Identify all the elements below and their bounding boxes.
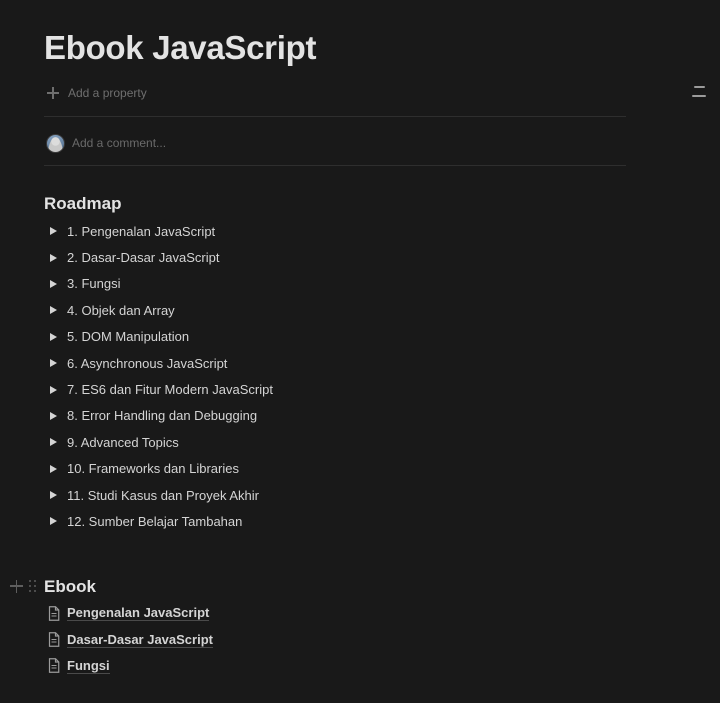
document-icon <box>44 632 67 648</box>
roadmap-toggle-item[interactable]: 12. Sumber Belajar Tambahan <box>44 508 273 534</box>
add-property-label: Add a property <box>68 86 147 100</box>
roadmap-toggle-item[interactable]: 4. Objek dan Array <box>44 297 273 323</box>
roadmap-toggle-item[interactable]: 2. Dasar-Dasar JavaScript <box>44 244 273 270</box>
toggle-arrow-icon[interactable] <box>44 435 67 449</box>
page-title[interactable]: Ebook JavaScript <box>44 26 316 70</box>
roadmap-toggle-item[interactable]: 9. Advanced Topics <box>44 429 273 455</box>
roadmap-item-label: 12. Sumber Belajar Tambahan <box>67 513 243 529</box>
roadmap-item-label: 3. Fungsi <box>67 276 121 292</box>
roadmap-toggle-item[interactable]: 1. Pengenalan JavaScript <box>44 218 273 244</box>
avatar <box>46 133 65 153</box>
document-icon <box>44 605 67 621</box>
divider <box>44 116 626 117</box>
roadmap-toggle-item[interactable]: 6. Asynchronous JavaScript <box>44 350 273 376</box>
ebook-page-title: Dasar-Dasar JavaScript <box>67 631 213 648</box>
ebook-page-link[interactable]: Pengenalan JavaScript <box>44 600 213 626</box>
divider <box>44 165 626 166</box>
roadmap-heading[interactable]: Roadmap <box>44 192 121 216</box>
toggle-arrow-icon[interactable] <box>44 462 67 476</box>
roadmap-item-label: 1. Pengenalan JavaScript <box>67 223 216 239</box>
toggle-arrow-icon[interactable] <box>44 277 67 291</box>
roadmap-toggle-item[interactable]: 11. Studi Kasus dan Proyek Akhir <box>44 482 273 508</box>
add-block-icon[interactable] <box>10 579 23 593</box>
roadmap-toggle-item[interactable]: 10. Frameworks dan Libraries <box>44 456 273 482</box>
roadmap-item-label: 9. Advanced Topics <box>67 434 179 450</box>
roadmap-item-label: 6. Asynchronous JavaScript <box>67 355 228 371</box>
toggle-arrow-icon[interactable] <box>44 356 67 370</box>
roadmap-item-label: 5. DOM Manipulation <box>67 329 190 345</box>
roadmap-item-label: 2. Dasar-Dasar JavaScript <box>67 250 220 266</box>
ebook-page-title: Pengenalan JavaScript <box>67 605 210 622</box>
add-property-button[interactable]: Add a property <box>46 83 147 103</box>
toggle-arrow-icon[interactable] <box>44 488 67 502</box>
roadmap-toggle-item[interactable]: 5. DOM Manipulation <box>44 324 273 350</box>
plus-icon <box>46 86 60 100</box>
toggle-arrow-icon[interactable] <box>44 409 67 423</box>
roadmap-item-label: 11. Studi Kasus dan Proyek Akhir <box>67 487 259 503</box>
roadmap-item-label: 4. Objek dan Array <box>67 302 175 318</box>
ebook-page-list: Pengenalan JavaScript Dasar-Dasar JavaScr… <box>44 600 213 679</box>
roadmap-item-label: 7. ES6 dan Fitur Modern JavaScript <box>67 382 273 398</box>
drag-handle-icon[interactable] <box>29 579 37 593</box>
roadmap-toggle-item[interactable]: 8. Error Handling dan Debugging <box>44 403 273 429</box>
toggle-arrow-icon[interactable] <box>44 303 67 317</box>
roadmap-toggle-item[interactable]: 3. Fungsi <box>44 271 273 297</box>
document-icon <box>44 658 67 674</box>
ebook-page-link[interactable]: Fungsi <box>44 653 213 679</box>
roadmap-item-label: 10. Frameworks dan Libraries <box>67 461 239 477</box>
block-handle <box>10 578 37 594</box>
toggle-arrow-icon[interactable] <box>44 330 67 344</box>
roadmap-toggle-item[interactable]: 7. ES6 dan Fitur Modern JavaScript <box>44 376 273 402</box>
ebook-page-title: Fungsi <box>67 657 110 674</box>
comment-placeholder: Add a comment... <box>72 136 167 150</box>
ebook-heading[interactable]: Ebook <box>44 575 96 599</box>
ebook-page-link[interactable]: Dasar-Dasar JavaScript <box>44 626 213 652</box>
toggle-arrow-icon[interactable] <box>44 251 67 265</box>
roadmap-item-label: 8. Error Handling dan Debugging <box>67 408 258 424</box>
roadmap-toggle-list: 1. Pengenalan JavaScript 2. Dasar-Dasar J… <box>44 218 273 535</box>
toggle-arrow-icon[interactable] <box>44 224 67 238</box>
toggle-arrow-icon[interactable] <box>44 514 67 528</box>
comment-input[interactable]: Add a comment... <box>46 133 166 153</box>
table-of-contents-icon[interactable] <box>692 84 706 98</box>
toggle-arrow-icon[interactable] <box>44 383 67 397</box>
